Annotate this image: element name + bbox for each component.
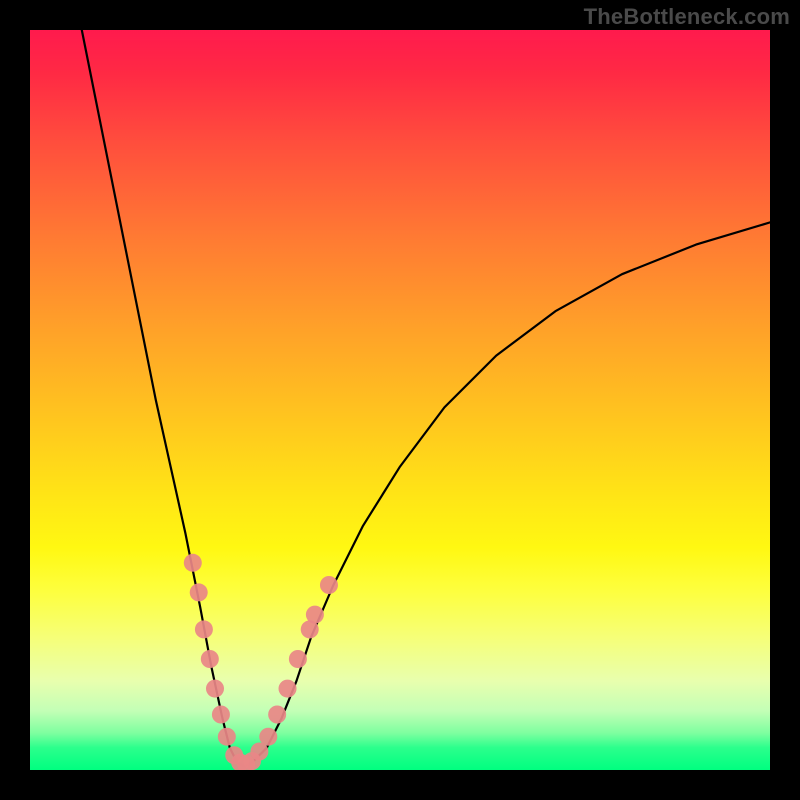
highlight-point bbox=[201, 650, 219, 668]
highlight-points bbox=[184, 554, 338, 770]
highlight-point bbox=[218, 728, 236, 746]
highlight-point bbox=[195, 620, 213, 638]
bottleneck-curve bbox=[82, 30, 770, 766]
highlight-point bbox=[320, 576, 338, 594]
chart-overlay bbox=[30, 30, 770, 770]
highlight-point bbox=[289, 650, 307, 668]
highlight-point bbox=[206, 680, 224, 698]
highlight-point bbox=[184, 554, 202, 572]
highlight-point bbox=[212, 706, 230, 724]
highlight-point bbox=[259, 728, 277, 746]
chart-frame: TheBottleneck.com bbox=[0, 0, 800, 800]
highlight-point bbox=[190, 583, 208, 601]
plot-area bbox=[30, 30, 770, 770]
highlight-point bbox=[306, 606, 324, 624]
highlight-point bbox=[268, 706, 286, 724]
highlight-point bbox=[279, 680, 297, 698]
watermark-text: TheBottleneck.com bbox=[584, 4, 790, 30]
